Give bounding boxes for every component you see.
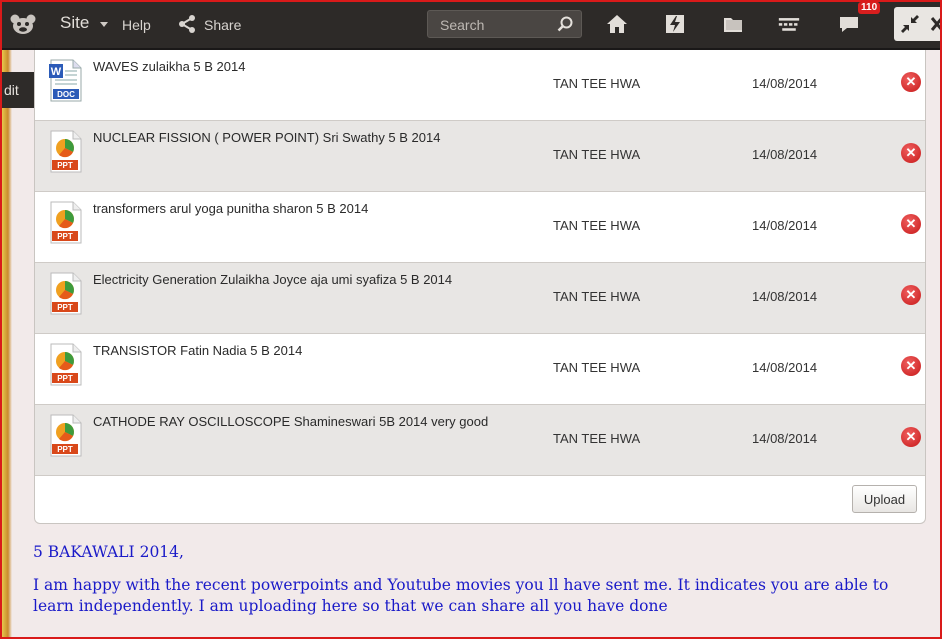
folder-icon[interactable] (722, 13, 744, 35)
svg-text:W: W (51, 66, 62, 78)
file-row[interactable]: W DOC WAVES zulaikha 5 B 2014 TAN TEE HWA 14… (35, 50, 925, 121)
fullscreen-toggle-button[interactable] (894, 7, 940, 41)
powerpoint-file-icon[interactable]: PPT (47, 414, 83, 458)
file-date: 14/08/2014 (752, 76, 818, 91)
share-link[interactable]: Share (204, 15, 241, 35)
members-icon[interactable] (778, 13, 800, 35)
edit-tab-label: dit (4, 82, 19, 98)
file-date: 14/08/2014 (752, 147, 818, 162)
chevron-down-icon[interactable] (100, 22, 108, 27)
file-owner: TAN TEE HWA (553, 147, 641, 162)
top-navigation-bar: Site Help Share Search 110 (2, 2, 940, 50)
page-side-decoration (2, 50, 12, 637)
search-box[interactable] (427, 10, 582, 38)
file-owner: TAN TEE HWA (553, 431, 641, 446)
file-name-link[interactable]: CATHODE RAY OSCILLOSCOPE Shamineswari 5B… (93, 414, 488, 429)
delete-icon[interactable]: ✕ (901, 72, 921, 92)
svg-text:PPT: PPT (57, 161, 73, 170)
file-owner: TAN TEE HWA (553, 289, 641, 304)
file-row[interactable]: PPT CATHODE RAY OSCILLOSCOPE Shamineswari… (35, 405, 925, 476)
word-document-icon[interactable]: W DOC (47, 59, 83, 103)
delete-icon[interactable]: ✕ (901, 427, 921, 447)
file-name-link[interactable]: WAVES zulaikha 5 B 2014 (93, 59, 245, 74)
delete-icon[interactable]: ✕ (901, 285, 921, 305)
upload-button[interactable]: Upload (852, 485, 917, 513)
file-row[interactable]: PPT transformers arul yoga punitha sharon… (35, 192, 925, 263)
file-name-link[interactable]: NUCLEAR FISSION ( POWER POINT) Sri Swath… (93, 130, 440, 145)
site-menu[interactable]: Site (60, 13, 89, 33)
home-icon[interactable] (606, 13, 628, 35)
help-link[interactable]: Help (122, 15, 151, 35)
file-owner: TAN TEE HWA (553, 76, 641, 91)
file-row[interactable]: PPT Electricity Generation Zulaikha Joyce… (35, 263, 925, 334)
powerpoint-file-icon[interactable]: PPT (47, 201, 83, 245)
svg-text:PPT: PPT (57, 374, 73, 383)
message-heading: 5 BAKAWALI 2014, (33, 543, 184, 561)
file-row[interactable]: PPT TRANSISTOR Fatin Nadia 5 B 2014 TAN TE… (35, 334, 925, 405)
file-name-link[interactable]: TRANSISTOR Fatin Nadia 5 B 2014 (93, 343, 302, 358)
messages-icon[interactable] (838, 13, 860, 35)
close-icon (930, 17, 940, 31)
file-owner: TAN TEE HWA (553, 218, 641, 233)
svg-text:PPT: PPT (57, 445, 73, 454)
file-date: 14/08/2014 (752, 360, 818, 375)
file-name-link[interactable]: Electricity Generation Zulaikha Joyce aj… (93, 272, 452, 287)
file-name-link[interactable]: transformers arul yoga punitha sharon 5 … (93, 201, 368, 216)
delete-icon[interactable]: ✕ (901, 214, 921, 234)
file-list-panel: W DOC WAVES zulaikha 5 B 2014 TAN TEE HWA 14… (34, 50, 926, 524)
powerpoint-file-icon[interactable]: PPT (47, 130, 83, 174)
collapse-icon (901, 15, 919, 33)
wikispaces-logo-icon[interactable] (10, 13, 36, 35)
file-owner: TAN TEE HWA (553, 360, 641, 375)
search-icon[interactable] (557, 16, 573, 32)
file-row[interactable]: PPT NUCLEAR FISSION ( POWER POINT) Sri Sw… (35, 121, 925, 192)
powerpoint-file-icon[interactable]: PPT (47, 343, 83, 387)
delete-icon[interactable]: ✕ (901, 356, 921, 376)
file-date: 14/08/2014 (752, 218, 818, 233)
svg-text:PPT: PPT (57, 232, 73, 241)
share-icon[interactable] (178, 14, 196, 34)
activity-icon[interactable] (664, 13, 686, 35)
powerpoint-file-icon[interactable]: PPT (47, 272, 83, 316)
notification-count-badge[interactable]: 110 (858, 2, 881, 14)
file-date: 14/08/2014 (752, 431, 818, 446)
svg-text:PPT: PPT (57, 303, 73, 312)
delete-icon[interactable]: ✕ (901, 143, 921, 163)
svg-text:DOC: DOC (57, 90, 75, 99)
file-date: 14/08/2014 (752, 289, 818, 304)
search-input[interactable] (440, 17, 550, 33)
message-body: I am happy with the recent powerpoints a… (33, 576, 889, 615)
screenshot-frame: Site Help Share Search 110 dit W DOC WAV… (0, 0, 942, 639)
